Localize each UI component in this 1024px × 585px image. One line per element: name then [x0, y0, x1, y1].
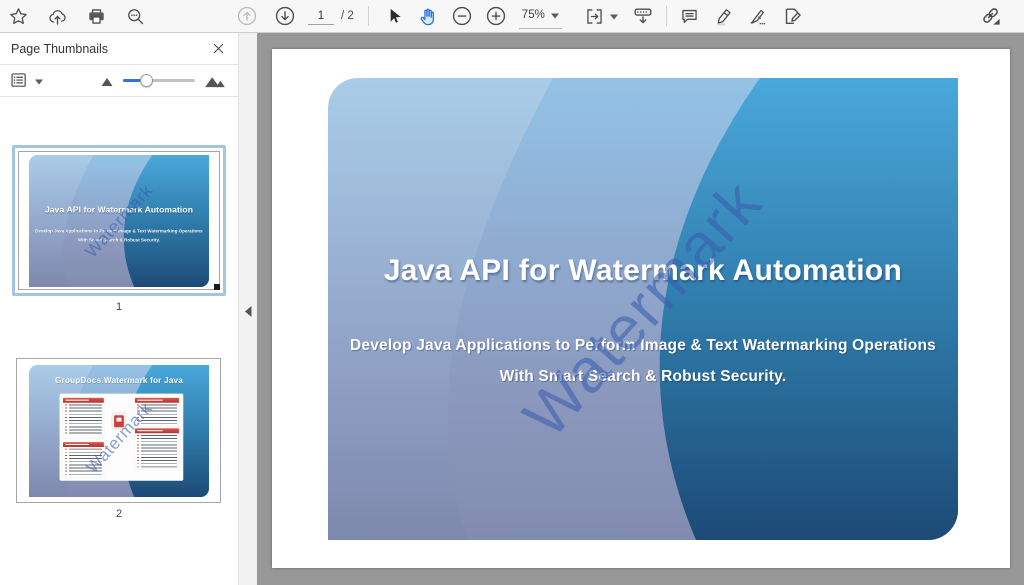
- thumbnail-page-1[interactable]: Java API for Watermark Automation Develo…: [12, 145, 226, 296]
- hand-tool-button[interactable]: [417, 5, 439, 27]
- thumbnail-page-2-label: 2: [0, 508, 238, 520]
- read-mode-button[interactable]: [632, 5, 654, 27]
- slide2-title: GroupDocs.Watermark for Java: [29, 375, 209, 384]
- zoom-out-icon: [451, 5, 473, 27]
- feature-box-header: [134, 428, 178, 433]
- find-icon: [125, 6, 146, 27]
- share-link-icon: [980, 5, 1003, 28]
- mini-slide-1: Java API for Watermark Automation Develo…: [29, 155, 209, 287]
- page-up-button[interactable]: [236, 5, 258, 27]
- thumbnail-page-2[interactable]: GroupDocs.Watermark for Java Watermark: [16, 358, 221, 503]
- thumbnail-list: Java API for Watermark Automation Develo…: [0, 97, 238, 585]
- hand-tool-icon: [417, 6, 438, 27]
- slider-handle[interactable]: [140, 74, 153, 87]
- page-total-label: / 2: [341, 10, 354, 22]
- circle-arrow-up-icon: [236, 5, 258, 27]
- close-panel-button[interactable]: [210, 41, 226, 57]
- highlight-button[interactable]: [713, 5, 735, 27]
- toolbar: / 2 75%: [0, 0, 1024, 33]
- share-upload-button[interactable]: [46, 5, 68, 27]
- star-icon: [8, 6, 29, 27]
- zoom-level-dropdown[interactable]: 75%: [519, 4, 562, 29]
- thumbnail-slide-2: GroupDocs.Watermark for Java Watermark: [29, 365, 209, 497]
- thumbnail-slide-1: Java API for Watermark Automation Develo…: [29, 155, 209, 287]
- toolbar-left-group: [7, 0, 146, 32]
- slide-1: Java API for Watermark Automation Develo…: [328, 78, 958, 540]
- toolbar-right-group: [980, 0, 1002, 32]
- fit-width-icon: [584, 6, 605, 27]
- sign-button[interactable]: [747, 5, 769, 27]
- sign-pen-icon: [747, 5, 769, 27]
- find-button[interactable]: [124, 5, 146, 27]
- select-tool-button[interactable]: [383, 5, 405, 27]
- selection-handle: [214, 284, 220, 290]
- panel-header: Page Thumbnails: [0, 33, 238, 65]
- zoom-in-icon: [485, 5, 507, 27]
- zoom-level-label: 75%: [522, 9, 545, 21]
- zoom-large-mountains-icon[interactable]: [204, 73, 226, 88]
- chevron-down-icon: [35, 72, 43, 90]
- feature-box-header: [62, 397, 103, 402]
- feature-box-body: [136, 434, 176, 466]
- fill-sign-button[interactable]: [781, 5, 803, 27]
- share-link-button[interactable]: [980, 5, 1002, 27]
- feature-box-body: [64, 404, 101, 435]
- comment-button[interactable]: [679, 5, 701, 27]
- thumbnail-page-1-paper[interactable]: Java API for Watermark Automation Develo…: [18, 151, 220, 290]
- chevron-down-icon: [551, 6, 559, 24]
- panel-collapse-strip[interactable]: [238, 33, 257, 585]
- print-button[interactable]: [85, 5, 107, 27]
- thumbnail-options-row: [0, 65, 238, 97]
- document-view-area[interactable]: Java API for Watermark Automation Develo…: [257, 33, 1024, 585]
- page-down-button[interactable]: [274, 5, 296, 27]
- print-icon: [86, 6, 107, 27]
- thumbnail-zoom-controls: [100, 73, 226, 88]
- select-cursor-icon: [384, 6, 404, 26]
- panel-title: Page Thumbnails: [11, 42, 108, 56]
- fit-width-button[interactable]: [584, 5, 606, 27]
- star-button[interactable]: [7, 5, 29, 27]
- read-mode-screen-icon: [632, 5, 654, 27]
- thumbnail-options-icon: [9, 70, 30, 91]
- page-number-input[interactable]: [308, 7, 334, 25]
- mini-slide-2: GroupDocs.Watermark for Java Watermark: [29, 365, 209, 497]
- close-icon: [212, 42, 225, 55]
- pdf-page[interactable]: Java API for Watermark Automation Develo…: [272, 49, 1010, 568]
- comment-bubble-icon: [679, 6, 700, 27]
- zoom-small-mountain-icon[interactable]: [100, 74, 114, 88]
- thumbnail-size-slider[interactable]: [123, 74, 195, 87]
- toolbar-divider: [666, 6, 667, 26]
- highlighter-icon: [713, 6, 734, 27]
- zoom-in-button[interactable]: [485, 5, 507, 27]
- feature-box: [62, 397, 103, 438]
- toolbar-divider: [368, 6, 369, 26]
- fill-sign-icon: [781, 5, 803, 27]
- zoom-out-button[interactable]: [451, 5, 473, 27]
- feature-box: [134, 428, 179, 469]
- chevron-down-icon[interactable]: [610, 7, 618, 25]
- share-upload-icon: [47, 6, 68, 27]
- slide-subtitle-line2: With Smart Search & Robust Security.: [29, 237, 209, 242]
- thumbnail-page-1-label: 1: [0, 301, 238, 313]
- collapse-left-arrow-icon[interactable]: [244, 305, 252, 318]
- thumbnail-options-button[interactable]: [9, 70, 43, 91]
- circle-arrow-down-icon: [274, 5, 296, 27]
- page-thumbnails-panel: Page Thumbnails: [0, 33, 238, 585]
- slide-subtitle-line2: With Smart Search & Robust Security.: [328, 368, 958, 386]
- toolbar-center-group: / 2 75%: [236, 0, 803, 32]
